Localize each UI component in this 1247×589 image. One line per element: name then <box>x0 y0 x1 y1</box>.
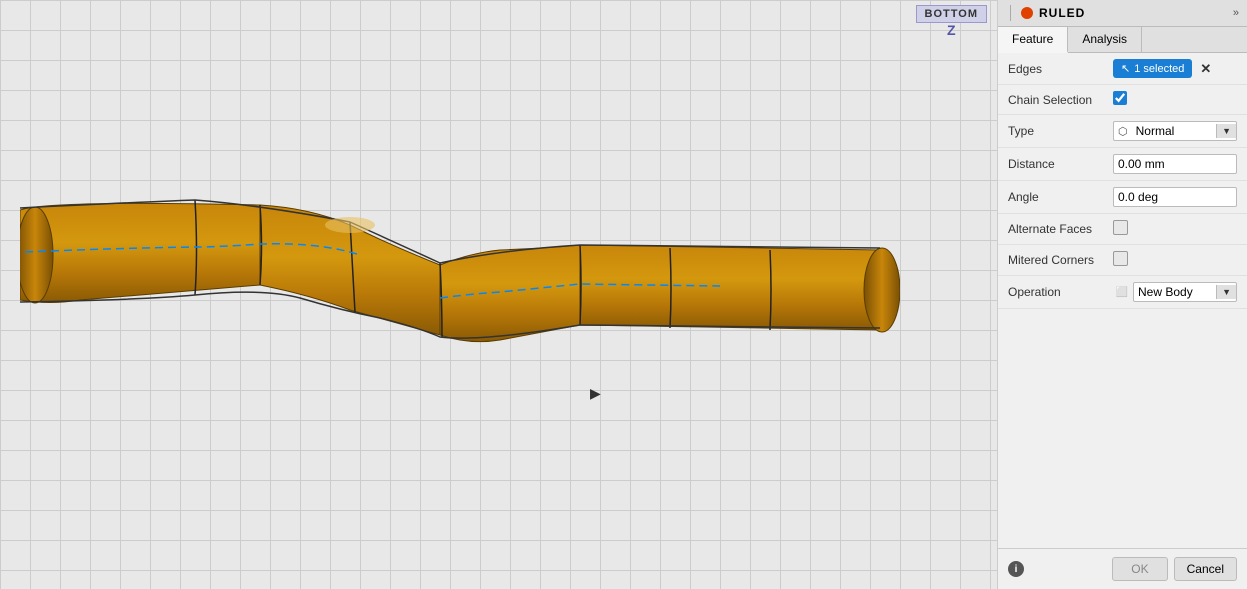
nav-cube[interactable]: BOTTOM Z <box>916 5 987 38</box>
mitered-corners-row: Mitered Corners <box>998 245 1247 276</box>
nav-cube-axis: Z <box>916 22 987 38</box>
angle-label: Angle <box>1008 190 1113 204</box>
operation-label: Operation <box>1008 285 1113 299</box>
panel-title-icon <box>1021 7 1033 19</box>
edges-row: Edges ↖ 1 selected ✕ <box>998 53 1247 85</box>
ok-button[interactable]: OK <box>1112 557 1167 581</box>
chain-selection-label: Chain Selection <box>1008 93 1113 107</box>
type-value: ⬡ Normal Tangent Perpendicular ▼ <box>1113 121 1237 141</box>
chain-selection-row: Chain Selection <box>998 85 1247 115</box>
panel-header-left: RULED <box>1006 5 1085 21</box>
panel-title-text: RULED <box>1039 6 1085 20</box>
edges-selected-button[interactable]: ↖ 1 selected <box>1113 59 1192 78</box>
chain-selection-value <box>1113 91 1237 108</box>
footer-buttons: OK Cancel <box>1112 557 1237 581</box>
operation-value: ⬜ New Body Join Cut Intersect ▼ <box>1113 282 1237 302</box>
panel-body: Edges ↖ 1 selected ✕ Chain Selection Typ… <box>998 53 1247 548</box>
operation-select-arrow[interactable]: ▼ <box>1216 285 1236 299</box>
operation-select[interactable]: New Body Join Cut Intersect <box>1134 283 1216 301</box>
distance-row: Distance <box>998 148 1247 181</box>
operation-row: Operation ⬜ New Body Join Cut Intersect … <box>998 276 1247 309</box>
angle-row: Angle <box>998 181 1247 214</box>
mitered-corners-label: Mitered Corners <box>1008 253 1113 267</box>
nav-cube-label[interactable]: BOTTOM <box>916 5 987 23</box>
panel-tabs: Feature Analysis <box>998 27 1247 53</box>
distance-label: Distance <box>1008 157 1113 171</box>
type-select-wrap[interactable]: ⬡ Normal Tangent Perpendicular ▼ <box>1113 121 1237 141</box>
alternate-faces-row: Alternate Faces <box>998 214 1247 245</box>
operation-icon: ⬜ <box>1113 283 1131 301</box>
type-label: Type <box>1008 124 1113 138</box>
panel-header: RULED » <box>998 0 1247 27</box>
edges-selected-text: 1 selected <box>1134 63 1184 75</box>
chain-selection-checkbox[interactable] <box>1113 91 1127 105</box>
operation-select-wrap[interactable]: New Body Join Cut Intersect ▼ <box>1133 282 1237 302</box>
svg-text:▶: ▶ <box>590 385 601 401</box>
alternate-faces-value <box>1113 220 1237 238</box>
3d-viewport[interactable]: BOTTOM Z <box>0 0 997 589</box>
alternate-faces-checkbox[interactable] <box>1113 220 1128 235</box>
alternate-faces-label: Alternate Faces <box>1008 222 1113 236</box>
type-select-icon: ⬡ <box>1114 123 1132 140</box>
edges-clear-button[interactable]: ✕ <box>1200 61 1211 77</box>
panel-footer: i OK Cancel <box>998 548 1247 589</box>
type-select[interactable]: Normal Tangent Perpendicular <box>1132 122 1216 140</box>
cursor-icon: ↖ <box>1121 62 1130 75</box>
panel-divider <box>1010 5 1011 21</box>
pipe-svg: ▶ <box>20 100 900 420</box>
tab-analysis[interactable]: Analysis <box>1068 27 1142 52</box>
mitered-corners-value <box>1113 251 1237 269</box>
info-icon[interactable]: i <box>1008 561 1024 577</box>
panel-expand-icon[interactable]: » <box>1233 7 1239 19</box>
angle-input[interactable] <box>1113 187 1237 207</box>
type-select-arrow[interactable]: ▼ <box>1216 124 1236 138</box>
distance-value <box>1113 154 1237 174</box>
angle-value <box>1113 187 1237 207</box>
cancel-button[interactable]: Cancel <box>1174 557 1237 581</box>
edges-value: ↖ 1 selected ✕ <box>1113 59 1237 78</box>
pipe-3d-model: ▶ <box>20 100 900 420</box>
mitered-corners-checkbox[interactable] <box>1113 251 1128 266</box>
tab-feature[interactable]: Feature <box>998 27 1068 53</box>
distance-input[interactable] <box>1113 154 1237 174</box>
type-row: Type ⬡ Normal Tangent Perpendicular ▼ <box>998 115 1247 148</box>
edges-label: Edges <box>1008 62 1113 76</box>
ruled-panel: RULED » Feature Analysis Edges ↖ 1 selec… <box>997 0 1247 589</box>
